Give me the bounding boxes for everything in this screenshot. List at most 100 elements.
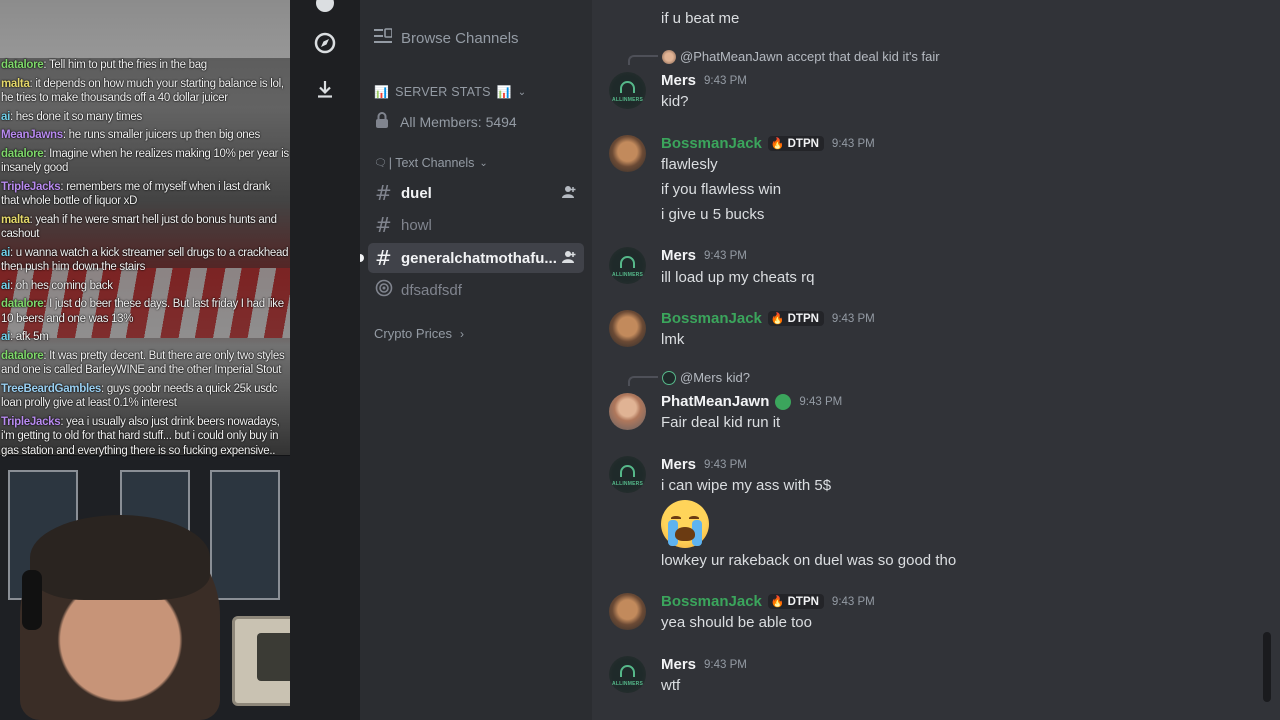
author-name[interactable]: BossmanJack [661,135,762,152]
avatar[interactable] [609,593,646,630]
chat-message: Tell him to put the fries in the bag [48,59,207,71]
category-server-stats[interactable]: 📊 SERVER STATS 📊 ⌄ [374,85,526,99]
browse-list-icon [374,28,394,48]
stream-chat-line: malta: it depends on how much your start… [1,77,284,105]
timestamp: 9:43 PM [704,458,747,471]
chat-message: hes done it so many times [15,110,142,123]
add-member-icon[interactable] [562,250,584,267]
message-header: PhatMeanJawn 9:43 PM [661,393,842,410]
message-text: i can wipe my ass with 5$ [661,477,832,494]
chat-username: ai [1,279,10,292]
message-text: wtf [661,677,681,694]
chat-message: afk 5m [15,331,49,343]
chat-username: malta [1,213,30,226]
reply-preview[interactable]: @Mers kid? [662,370,750,385]
message-text: lowkey ur rakeback on duel was so good t… [661,552,957,569]
reply-connector [628,376,658,386]
stream-chat-line: datalore: I just do beer these days. But… [1,298,284,325]
download-icon[interactable] [313,77,337,101]
chat-username: datalore [1,298,44,310]
avatar[interactable] [609,135,646,172]
reply-preview[interactable]: @PhatMeanJawn accept that deal kid it's … [662,49,940,64]
hash-icon: # [375,181,392,205]
store-window [210,470,280,600]
guild-tag[interactable]: 🔥 DTPN [767,136,824,151]
channel-dfsadfsdf[interactable]: dfsadfsdf [368,275,584,305]
message-text: flawlesly [661,156,718,173]
category-label: | Text Channels [388,156,475,170]
headset-icon [22,570,42,630]
fire-icon: 🔥 [770,138,785,150]
chat-username: datalore [1,59,44,71]
stream-chat-line: datalore: It was pretty decent. But ther… [1,349,285,377]
mini-avatar [662,370,676,385]
author-name[interactable]: BossmanJack [661,310,762,327]
message-text: yea should be able too [661,614,812,631]
message-scrollbar[interactable] [1263,632,1271,702]
reply-mention: @Mers [680,370,723,385]
timestamp: 9:43 PM [704,658,747,671]
timestamp: 9:43 PM [831,312,875,325]
stream-chat-line: malta: yeah if he were smart hell just d… [1,213,277,241]
category-label: SERVER STATS [395,85,491,99]
chat-username: TreeBeardGambles [1,382,102,395]
message-header: BossmanJack 🔥 DTPN 9:43 PM [661,593,875,610]
author-name[interactable]: Mers [661,247,696,264]
compass-icon[interactable] [313,0,337,15]
loudly-crying-emoji [661,500,709,548]
browse-channels-button[interactable]: Browse Channels [374,28,519,48]
chat-message: u wanna watch a kick streamer sell drugs… [1,246,289,274]
message-header: Mers 9:43 PM [661,247,747,264]
message-pane [592,0,1280,720]
all-members-label: All Members: 5494 [400,113,517,130]
channel-howl[interactable]: # howl [368,210,584,240]
stream-chat-line: TreeBeardGambles: guys goobr needs a qui… [1,382,278,410]
avatar[interactable] [609,310,646,347]
author-name[interactable]: PhatMeanJawn [661,393,769,410]
avatar[interactable]: ALLINMERS [609,456,646,493]
avatar[interactable]: ALLINMERS [609,247,646,284]
clover-badge-icon[interactable] [775,393,792,410]
chevron-down-icon: ⌄ [479,157,488,169]
stream-chat-line: TripleJacks: yea i usually also just dri… [1,415,280,457]
stream-chat-line: MeanJawns: he runs smaller juicers up th… [1,129,261,141]
guild-tag[interactable]: 🔥 DTPN [767,594,824,609]
discover-icon[interactable] [313,31,337,55]
author-name[interactable]: Mers [661,656,696,673]
chat-username: TripleJacks [1,415,61,428]
reply-text: accept that deal kid it's fair [786,49,940,64]
channel-generalchat[interactable]: # generalchatmothafu... [368,243,584,273]
author-name[interactable]: Mers [661,72,696,89]
all-members-channel[interactable]: All Members: 5494 [374,111,517,132]
avatar[interactable]: ALLINMERS [609,656,646,693]
channel-name: duel [401,184,432,202]
chat-username: TripleJacks [1,180,61,193]
message-header: Mers 9:43 PM [661,456,747,473]
channel-name: howl [401,216,432,234]
streamer-hair [30,515,210,600]
chat-message: it depends on how much your starting bal… [1,77,284,105]
message-text: if you flawless win [661,181,782,198]
hash-icon: # [375,246,392,270]
category-text-channels[interactable]: 🗨 | Text Channels ⌄ [374,156,488,170]
guild-tag[interactable]: 🔥 DTPN [767,311,824,326]
channel-duel[interactable]: # duel [368,178,584,208]
message-text: Fair deal kid run it [661,414,781,431]
author-name[interactable]: BossmanJack [661,593,762,610]
category-crypto-prices[interactable]: Crypto Prices › [374,326,464,341]
server-rail [290,0,360,720]
hash-icon: # [375,213,392,237]
avatar[interactable]: ALLINMERS [609,72,646,109]
timestamp: 9:43 PM [831,137,875,150]
chat-message: he runs smaller juicers up then big ones [68,129,261,141]
message-text: ill load up my cheats rq [661,269,815,286]
chevron-right-icon: › [460,326,465,341]
author-name[interactable]: Mers [661,456,696,473]
reply-mention: @PhatMeanJawn [680,49,783,64]
add-member-icon[interactable] [562,185,584,202]
channel-name: dfsadfsdf [401,281,462,299]
avatar[interactable] [609,393,646,430]
stats-icon: 📊 [374,85,390,99]
message-text: lmk [661,331,685,348]
message-header: Mers 9:43 PM [661,656,747,673]
